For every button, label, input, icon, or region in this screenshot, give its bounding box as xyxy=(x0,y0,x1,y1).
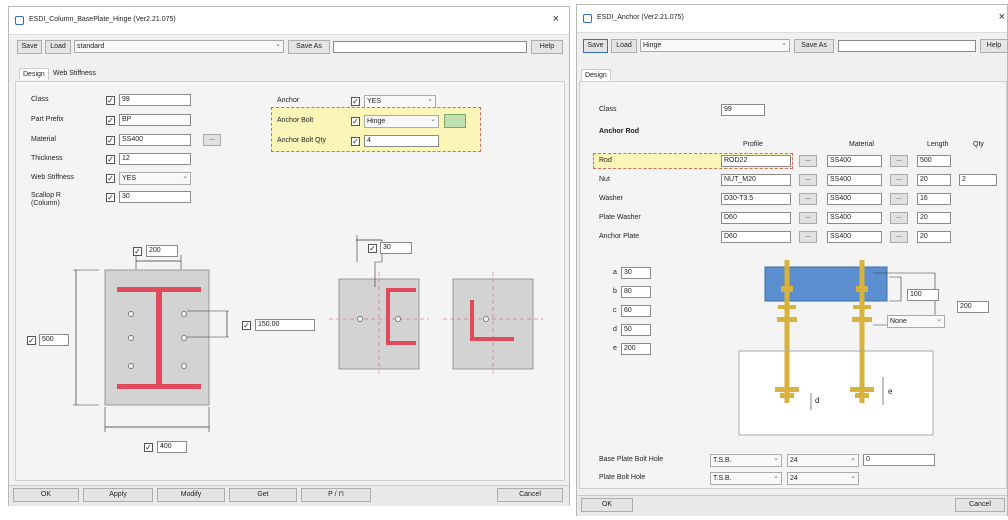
modify-button[interactable]: Modify xyxy=(157,488,225,502)
stiff-input[interactable]: 30 xyxy=(380,242,412,254)
right-dialog: ESDI_Anchor (Ver2.21.075) × Save Load Hi… xyxy=(576,4,1008,516)
get-button[interactable]: Get xyxy=(229,488,297,502)
apply-button[interactable]: Apply xyxy=(83,488,153,502)
left-dialog: ESDI_Column_BasePlate_Hinge (Ver2.21.075… xyxy=(8,6,570,506)
plate-hole-type[interactable]: T.S.B. xyxy=(710,472,782,485)
cancel-button[interactable]: Cancel xyxy=(955,498,1005,512)
ok-button[interactable]: OK xyxy=(581,498,633,512)
diagram-value-1[interactable]: 100 xyxy=(907,289,939,301)
base-plate-hole-input[interactable]: 0 xyxy=(863,454,935,466)
base-plate-hole-label: Base Plate Bolt Hole xyxy=(599,456,664,463)
dim-d-label: d xyxy=(815,396,820,405)
dim-bottom-checkbox[interactable]: ✓ xyxy=(144,443,153,452)
plate-hole-label: Plate Bolt Hole xyxy=(599,474,646,481)
toggle-button[interactable]: P / ⊓ xyxy=(301,488,371,502)
dim-left-checkbox[interactable]: ✓ xyxy=(27,336,36,345)
dim-top-input[interactable]: 200 xyxy=(146,245,178,257)
plate-hole-size[interactable]: 24 xyxy=(787,472,859,485)
base-plate-hole-type[interactable]: T.S.B. xyxy=(710,454,782,467)
ok-button[interactable]: OK xyxy=(13,488,79,502)
base-plate-hole-size[interactable]: 24 xyxy=(787,454,859,467)
cancel-button[interactable]: Cancel xyxy=(497,488,563,502)
dim-right-input[interactable]: 150.00 xyxy=(255,319,315,331)
dim-bottom-input[interactable]: 400 xyxy=(157,441,187,453)
stiff-checkbox[interactable]: ✓ xyxy=(368,244,377,253)
base-plate-diagram xyxy=(73,235,543,432)
anchor-diagram xyxy=(738,260,936,436)
dim-top-checkbox[interactable]: ✓ xyxy=(133,247,142,256)
dim-left-input[interactable]: 500 xyxy=(39,334,69,346)
diagram-value-2[interactable]: 200 xyxy=(957,301,989,313)
diagram-select[interactable]: None xyxy=(887,315,945,328)
right-footer xyxy=(577,495,1007,516)
dim-e-label: e xyxy=(888,387,893,396)
dim-right-checkbox[interactable]: ✓ xyxy=(242,321,251,330)
